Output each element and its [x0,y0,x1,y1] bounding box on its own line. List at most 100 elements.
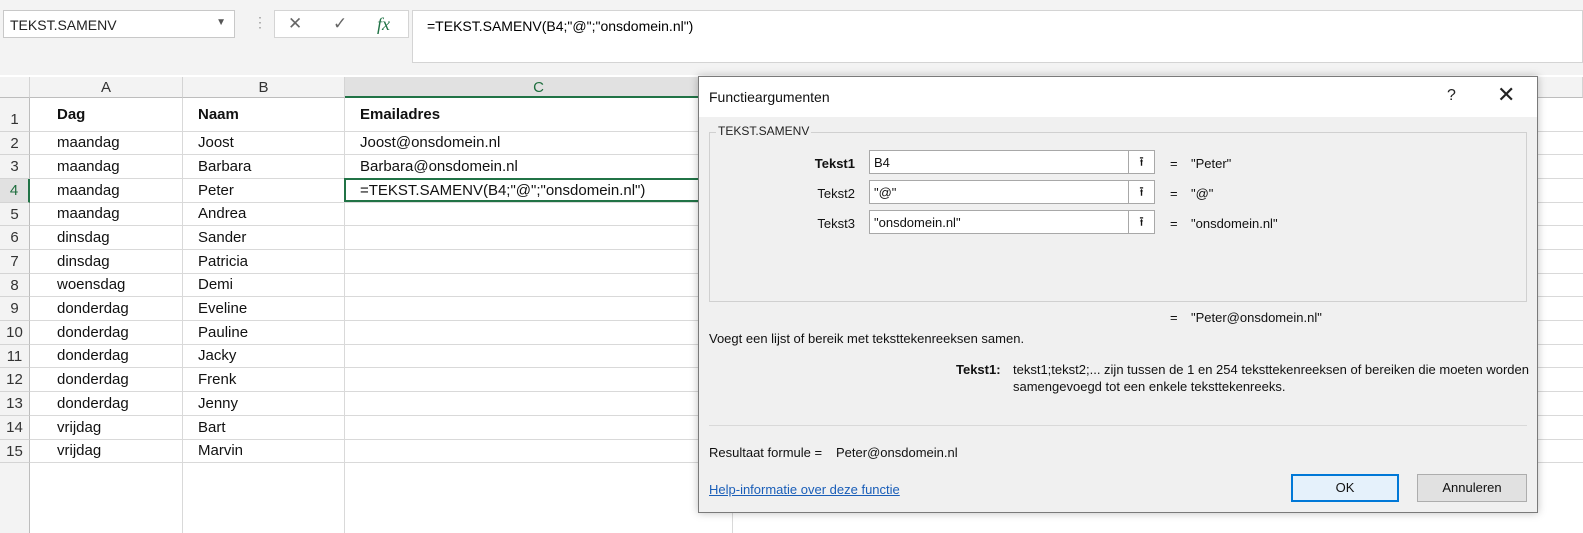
result-formula-label: Resultaat formule = [709,445,823,460]
drag-handle-icon[interactable]: ⋮ [253,14,267,31]
row-header-8[interactable]: 8 [0,274,30,297]
cell-a2[interactable]: maandag [57,134,120,151]
name-box[interactable]: TEKST.SAMENV ▼ [3,10,235,38]
arg-help-line2: samengevoegd tot een enkele teksttekenre… [1013,379,1286,394]
dialog-titlebar[interactable]: Functieargumenten ? ✕ [699,77,1537,117]
cell-a7[interactable]: dinsdag [57,253,110,270]
enter-icon[interactable]: ✓ [333,14,347,34]
cell-c1[interactable]: Emailadres [360,106,440,123]
cell-a4[interactable]: maandag [57,182,120,199]
equals-sign: = [1170,186,1178,201]
row-header-6[interactable]: 6 [0,226,30,250]
formula-buttons: ✕ ✓ fx [274,10,409,38]
cell-a6[interactable]: dinsdag [57,229,110,246]
formula-input[interactable]: =TEKST.SAMENV(B4;"@";"onsdomein.nl") [412,10,1583,63]
cell-b14[interactable]: Bart [198,419,226,436]
row-header-5[interactable]: 5 [0,203,30,226]
cell-b13[interactable]: Jenny [198,395,238,412]
cell-b15[interactable]: Marvin [198,442,243,459]
cancel-button[interactable]: Annuleren [1417,474,1527,502]
cell-b2[interactable]: Joost [198,134,234,151]
function-name: TEKST.SAMENV [716,124,812,138]
arg-result-tekst1: "Peter" [1191,156,1232,171]
gridline [182,98,183,533]
arg-input-tekst1[interactable]: B4 ⭱ [869,150,1155,174]
equals-sign: = [1170,310,1178,325]
divider [709,425,1527,426]
cell-a13[interactable]: donderdag [57,395,129,412]
collapse-dialog-icon[interactable]: ⭱ [1128,151,1154,173]
row-header-14[interactable]: 14 [0,416,30,440]
collapse-dialog-icon[interactable]: ⭱ [1128,211,1154,233]
cell-b9[interactable]: Eveline [198,300,247,317]
cell-c3[interactable]: Barbara@onsdomein.nl [360,158,518,175]
cell-b1[interactable]: Naam [198,106,239,123]
row-header-13[interactable]: 13 [0,392,30,416]
cell-a15[interactable]: vrijdag [57,442,101,459]
column-header-a[interactable]: A [30,77,183,98]
cell-c4[interactable]: =TEKST.SAMENV(B4;"@";"onsdomein.nl") [360,182,645,199]
result-formula-value: Peter@onsdomein.nl [836,445,958,460]
formula-text: =TEKST.SAMENV(B4;"@";"onsdomein.nl") [427,18,694,34]
select-all-corner[interactable] [0,77,30,98]
cell-b11[interactable]: Jacky [198,347,236,364]
cell-a11[interactable]: donderdag [57,347,129,364]
function-arguments-dialog: Functieargumenten ? ✕ TEKST.SAMENV Tekst… [698,76,1538,513]
arg-result-tekst2: "@" [1191,186,1214,201]
arg-label-tekst3: Tekst3 [817,216,855,231]
cell-a5[interactable]: maandag [57,205,120,222]
column-header-c[interactable]: C [345,77,733,98]
cell-b3[interactable]: Barbara [198,158,251,175]
cell-b5[interactable]: Andrea [198,205,246,222]
insert-function-icon[interactable]: fx [377,14,390,35]
cell-b10[interactable]: Pauline [198,324,248,341]
row-header-15[interactable]: 15 [0,440,30,463]
cell-b8[interactable]: Demi [198,276,233,293]
name-box-value: TEKST.SAMENV [10,17,117,33]
cell-a14[interactable]: vrijdag [57,419,101,436]
cell-b7[interactable]: Patricia [198,253,248,270]
chevron-down-icon[interactable]: ▼ [216,17,226,28]
arg-input-tekst2[interactable]: "@" ⭱ [869,180,1155,204]
row-header-12[interactable]: 12 [0,368,30,392]
cell-b4[interactable]: Peter [198,182,234,199]
arg-value-tekst3: "onsdomein.nl" [874,215,961,230]
cell-a9[interactable]: donderdag [57,300,129,317]
arg-result-tekst3: "onsdomein.nl" [1191,216,1278,231]
row-header-7[interactable]: 7 [0,250,30,274]
equals-sign: = [1170,216,1178,231]
row-header-empty [0,463,30,533]
arg-label-tekst2: Tekst2 [817,186,855,201]
row-header-1[interactable]: 1 [0,98,30,132]
cell-a1[interactable]: Dag [57,106,85,123]
close-icon[interactable]: ✕ [1497,83,1515,107]
function-description: Voegt een lijst of bereik met tekstteken… [709,331,1025,346]
arg-help-label: Tekst1: [956,362,1001,377]
cell-c2[interactable]: Joost@onsdomein.nl [360,134,500,151]
cell-a8[interactable]: woensdag [57,276,125,293]
cell-b12[interactable]: Frenk [198,371,236,388]
function-result: "Peter@onsdomein.nl" [1191,310,1322,325]
gridline [344,98,345,533]
help-link[interactable]: Help-informatie over deze functie [709,482,900,497]
row-header-10[interactable]: 10 [0,321,30,345]
arg-input-tekst3[interactable]: "onsdomein.nl" ⭱ [869,210,1155,234]
cell-a12[interactable]: donderdag [57,371,129,388]
cell-a10[interactable]: donderdag [57,324,129,341]
arg-value-tekst2: "@" [874,185,897,200]
cell-a3[interactable]: maandag [57,158,120,175]
row-header-2[interactable]: 2 [0,132,30,155]
row-header-3[interactable]: 3 [0,155,30,179]
arg-help-line1: tekst1;tekst2;... zijn tussen de 1 en 25… [1013,362,1529,377]
cell-b6[interactable]: Sander [198,229,246,246]
row-header-9[interactable]: 9 [0,297,30,321]
column-header-b[interactable]: B [183,77,345,98]
collapse-dialog-icon[interactable]: ⭱ [1128,181,1154,203]
row-header-4[interactable]: 4 [0,179,30,203]
arg-value-tekst1: B4 [874,155,890,170]
arg-label-tekst1: Tekst1 [814,156,855,171]
ok-button[interactable]: OK [1291,474,1399,502]
help-icon[interactable]: ? [1447,87,1456,105]
row-header-11[interactable]: 11 [0,345,30,368]
cancel-icon[interactable]: ✕ [288,14,302,34]
